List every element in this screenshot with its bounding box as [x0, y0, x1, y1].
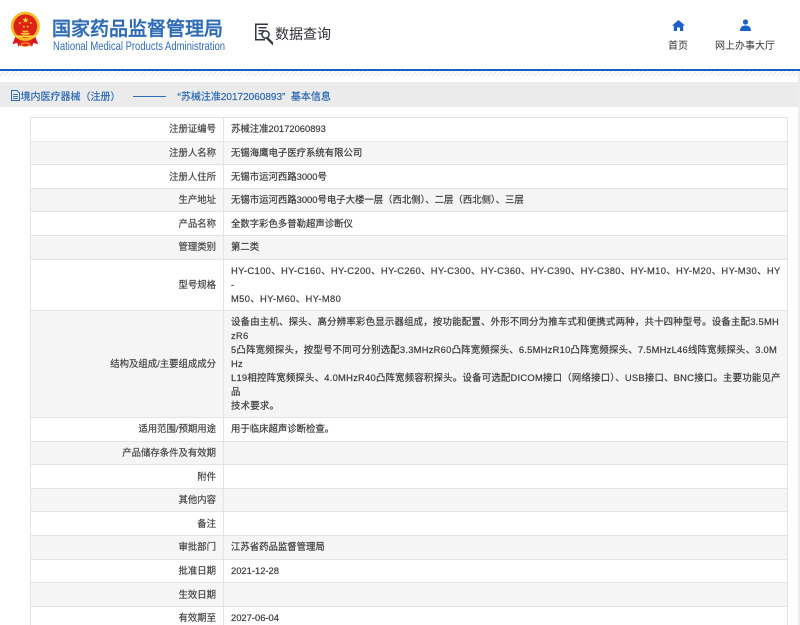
svg-text:National Medical Products Admi: National Medical Products Administration [53, 39, 225, 53]
